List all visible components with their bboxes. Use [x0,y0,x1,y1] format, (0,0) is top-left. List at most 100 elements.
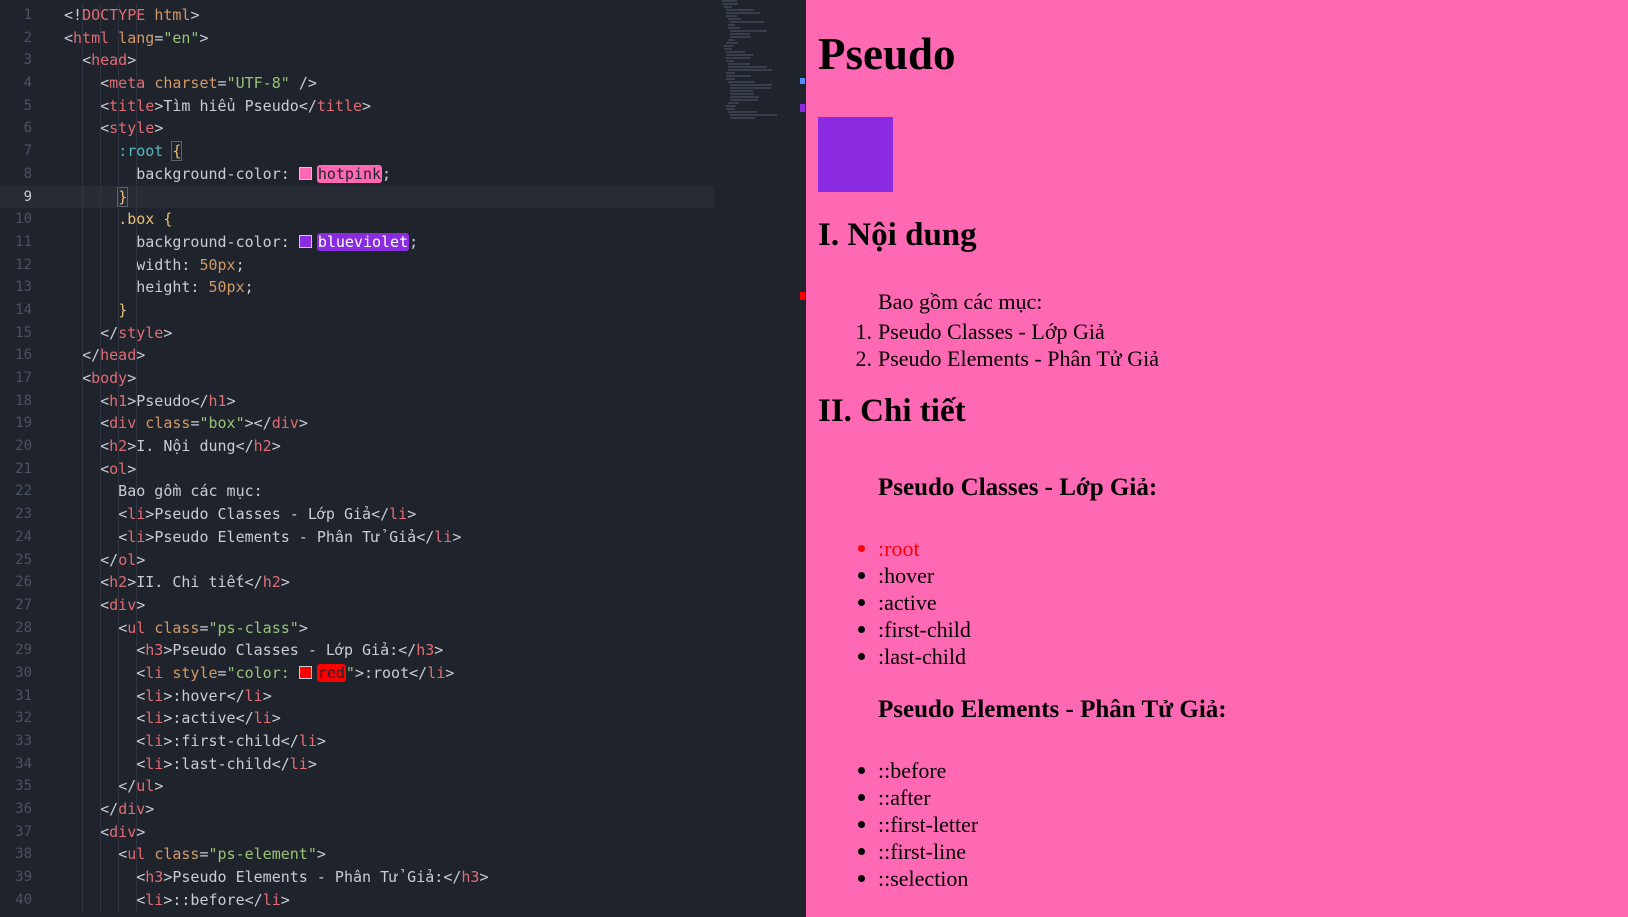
code-text[interactable]: <!DOCTYPE html> [64,4,199,27]
minimap-line [722,3,738,5]
code-text[interactable]: <title>Tìm hiểu Pseudo</title> [64,95,371,118]
code-line[interactable]: 40 <li>::before</li> [0,889,714,912]
code-line[interactable]: 2<html lang="en"> [0,27,714,50]
code-text[interactable]: <h1>Pseudo</h1> [64,390,235,413]
code-text[interactable]: <li>:active</li> [64,707,281,730]
code-line[interactable]: 18 <h1>Pseudo</h1> [0,390,714,413]
code-text[interactable]: <meta charset="UTF-8" /> [64,72,317,95]
code-line[interactable]: 22 Bao gồm các mục: [0,480,714,503]
code-line[interactable]: 20 <h2>I. Nội dung</h2> [0,435,714,458]
code-line[interactable]: 11 background-color: blueviolet; [0,231,714,254]
code-text[interactable]: <h2>I. Nội dung</h2> [64,435,281,458]
code-line[interactable]: 28 <ul class="ps-class"> [0,617,714,640]
line-number: 4 [23,75,32,92]
code-text[interactable]: <li>Pseudo Elements - Phân Tử Giả</li> [64,526,461,549]
code-line[interactable]: 29 <h3>Pseudo Classes - Lớp Giả:</h3> [0,639,714,662]
code-line[interactable]: 23 <li>Pseudo Classes - Lớp Giả</li> [0,503,714,526]
minimap-line [726,105,736,107]
code-text[interactable]: <style> [64,117,163,140]
code-line[interactable]: 30 <li style="color: red">:root</li> [0,662,714,685]
minimap-line [724,45,733,47]
code-line[interactable]: 6 <style> [0,117,714,140]
code-text[interactable]: background-color: hotpink; [64,163,391,186]
code-line[interactable]: 31 <li>:hover</li> [0,685,714,708]
code-text[interactable]: <div> [64,821,145,844]
code-line[interactable]: 1 <!DOCTYPE html> [0,4,714,27]
browser-preview: Pseudo I. Nội dung Bao gồm các mục: 1. Ps… [806,0,1628,917]
scrollbar[interactable] [799,0,806,917]
code-line[interactable]: 26 <h2>II. Chi tiết</h2> [0,571,714,594]
minimap[interactable] [722,0,798,917]
code-text[interactable]: </ul> [64,775,163,798]
code-line[interactable]: 3 <head> [0,49,714,72]
line-number: 28 [15,619,32,636]
code-line[interactable]: 7 :root { [0,140,714,163]
line-number: 39 [15,869,32,886]
code-line[interactable]: 8 background-color: hotpink; [0,163,714,186]
code-text[interactable]: height: 50px; [64,276,253,299]
minimap-line [730,117,755,119]
line-number: 40 [15,891,32,908]
code-line[interactable]: 15 </style> [0,322,714,345]
code-line[interactable]: 36 </div> [0,798,714,821]
line-number: 18 [15,392,32,409]
bullet-icon [858,545,865,552]
code-lines[interactable]: 1 <!DOCTYPE html>2<html lang="en">3 <head… [0,4,714,912]
code-text[interactable]: Bao gồm các mục: [64,480,263,503]
code-line[interactable]: 33 <li>:first-child</li> [0,730,714,753]
scroll-mark-color [800,104,805,112]
code-text[interactable]: </ol> [64,549,145,572]
line-number: 32 [15,710,32,727]
code-text[interactable]: </head> [64,344,145,367]
code-line[interactable]: 34 <li>:last-child</li> [0,753,714,776]
code-line[interactable]: 16 </head> [0,344,714,367]
code-text[interactable]: <h3>Pseudo Elements - Phân Tử Giả:</h3> [64,866,488,889]
code-line[interactable]: 5 <title>Tìm hiểu Pseudo</title> [0,95,714,118]
pseudo-classes-heading: Pseudo Classes - Lớp Giả: [878,474,1158,501]
code-line[interactable]: 12 width: 50px; [0,254,714,277]
code-text[interactable]: <li>Pseudo Classes - Lớp Giả</li> [64,503,416,526]
minimap-line [726,42,738,44]
code-line[interactable]: 25 </ol> [0,549,714,572]
line-number: 36 [15,801,32,818]
code-line[interactable]: 39 <h3>Pseudo Elements - Phân Tử Giả:</h… [0,866,714,889]
code-editor[interactable]: 1 <!DOCTYPE html>2<html lang="en">3 <head… [0,0,806,917]
minimap-line [730,36,751,38]
code-text[interactable]: width: 50px; [64,254,244,277]
code-text[interactable]: <li>:first-child</li> [64,730,326,753]
bullet-icon [858,821,865,828]
code-line[interactable]: 21 <ol> [0,458,714,481]
code-line[interactable]: 24 <li>Pseudo Elements - Phân Tử Giả</li… [0,526,714,549]
list-item: ::before [858,757,978,784]
code-text[interactable]: </div> [64,798,154,821]
code-line[interactable]: 19 <div class="box"></div> [0,412,714,435]
code-line[interactable]: 10 .box { [0,208,714,231]
code-text[interactable]: <h3>Pseudo Classes - Lớp Giả:</h3> [64,639,443,662]
code-line[interactable]: 32 <li>:active</li> [0,707,714,730]
code-text[interactable]: <h2>II. Chi tiết</h2> [64,571,290,594]
code-line[interactable]: 9 } [0,185,714,209]
list-item: ::first-letter [858,811,978,838]
code-line[interactable]: 13 height: 50px; [0,276,714,299]
list-item: ::selection [858,865,978,892]
code-line[interactable]: 17 <body> [0,367,714,390]
line-number: 12 [15,256,32,273]
code-line[interactable]: 38 <ul class="ps-element"> [0,843,714,866]
code-text[interactable]: <li>:last-child</li> [64,753,317,776]
code-text[interactable]: <ul class="ps-element"> [64,843,326,866]
list-item: 1. Pseudo Classes - Lớp Giả [856,318,1159,345]
code-line[interactable]: 37 <div> [0,821,714,844]
code-line[interactable]: 35 </ul> [0,775,714,798]
code-text[interactable]: <div> [64,594,145,617]
line-number: 34 [15,755,32,772]
code-line[interactable]: 27 <div> [0,594,714,617]
code-text[interactable]: <li style="color: red">:root</li> [64,662,454,685]
code-line[interactable]: 14 } [0,299,714,322]
list-item-text: :hover [878,563,935,588]
code-line[interactable]: 4 <meta charset="UTF-8" /> [0,72,714,95]
code-text[interactable]: <li>::before</li> [64,889,290,912]
list-item-text: ::first-line [878,839,966,864]
code-text[interactable]: <li>:hover</li> [64,685,271,708]
content-list: 1. Pseudo Classes - Lớp Giả 2. Pseudo Eleme… [856,318,1159,372]
line-number: 19 [15,415,32,432]
